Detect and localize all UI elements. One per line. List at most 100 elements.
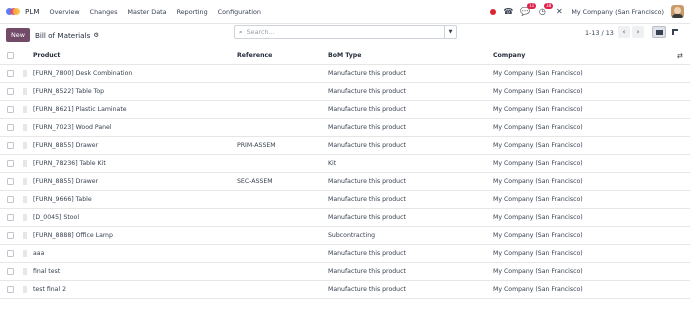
drag-handle-icon[interactable] xyxy=(23,88,27,95)
cell-company: My Company (San Francisco) xyxy=(493,106,583,113)
app-name[interactable]: PLM xyxy=(25,7,40,16)
drag-handle-icon[interactable] xyxy=(23,196,27,203)
row-checkbox[interactable] xyxy=(7,214,14,221)
cell-product: [FURN_8522] Table Top xyxy=(33,88,105,95)
bom-list-table: Product Reference BoM Type Company ⇄ [FU… xyxy=(0,47,690,299)
row-checkbox[interactable] xyxy=(7,124,14,131)
cell-bom-type: Manufacture this product xyxy=(328,250,406,257)
messages-icon[interactable]: 💬 11 xyxy=(520,2,537,17)
pager-previous-icon[interactable]: ‹ xyxy=(618,26,630,38)
drag-handle-icon[interactable] xyxy=(23,160,27,167)
menu-overview[interactable]: Overview xyxy=(50,8,80,16)
row-checkbox[interactable] xyxy=(7,196,14,203)
cell-product: [FURN_8888] Office Lamp xyxy=(33,232,113,239)
menu-changes[interactable]: Changes xyxy=(90,8,118,16)
drag-handle-icon[interactable] xyxy=(23,106,27,113)
row-checkbox[interactable] xyxy=(7,160,14,167)
plm-app-icon[interactable] xyxy=(6,7,20,17)
row-checkbox[interactable] xyxy=(7,178,14,185)
search-options-toggle-icon[interactable]: ▼ xyxy=(444,26,456,38)
cell-bom-type: Manufacture this product xyxy=(328,178,406,185)
row-checkbox[interactable] xyxy=(7,106,14,113)
row-checkbox[interactable] xyxy=(7,232,14,239)
breadcrumb: Bill of Materials ⚙ xyxy=(35,31,99,40)
drag-handle-icon[interactable] xyxy=(23,250,27,257)
drag-handle-icon[interactable] xyxy=(23,124,27,131)
cell-bom-type: Manufacture this product xyxy=(328,268,406,275)
cell-product: [FURN_8621] Plastic Laminate xyxy=(33,106,127,113)
drag-handle-icon[interactable] xyxy=(23,232,27,239)
table-row[interactable]: [FURN_78236] Table Kit Kit My Company (San… xyxy=(0,155,690,173)
table-row[interactable]: [FURN_8855] Drawer PRIM-ASSEM Manufacture … xyxy=(0,137,690,155)
cell-bom-type: Manufacture this product xyxy=(328,142,406,149)
search-icon: ⌕ xyxy=(239,27,243,36)
debug-tools-icon[interactable]: ✕ xyxy=(554,7,564,17)
drag-handle-icon[interactable] xyxy=(23,286,27,293)
row-checkbox[interactable] xyxy=(7,250,14,257)
pager-next-icon[interactable]: › xyxy=(632,26,644,38)
cell-company: My Company (San Francisco) xyxy=(493,160,583,167)
gear-icon[interactable]: ⚙ xyxy=(93,31,99,39)
cell-product: test final 2 xyxy=(33,286,67,293)
table-row[interactable]: [D_0045] Stool Manufacture this product My… xyxy=(0,209,690,227)
record-dot-icon[interactable] xyxy=(490,8,497,15)
main-menu: Overview Changes Master Data Reporting C… xyxy=(50,8,261,16)
kanban-view-icon[interactable] xyxy=(668,26,682,38)
drag-handle-icon[interactable] xyxy=(23,268,27,275)
cell-product: final test xyxy=(33,268,61,275)
pager-value[interactable]: 1-13 / 13 xyxy=(585,29,614,37)
optional-columns-icon[interactable]: ⇄ xyxy=(677,52,683,60)
table-row[interactable]: [FURN_8621] Plastic Laminate Manufacture … xyxy=(0,101,690,119)
row-checkbox[interactable] xyxy=(7,268,14,275)
table-row[interactable]: [FURN_7023] Wood Panel Manufacture this p… xyxy=(0,119,690,137)
table-row[interactable]: [FURN_8888] Office Lamp Subcontracting My … xyxy=(0,227,690,245)
new-button[interactable]: New xyxy=(6,28,30,42)
menu-configuration[interactable]: Configuration xyxy=(218,8,261,16)
table-row[interactable]: [FURN_7800] Desk Combination Manufacture … xyxy=(0,65,690,83)
column-header-reference[interactable]: Reference xyxy=(237,52,272,59)
menu-master-data[interactable]: Master Data xyxy=(127,8,166,16)
navbar-systray: ☎ 💬 11 ◷ 38 ✕ My Company (San Francisco) xyxy=(490,2,684,18)
row-checkbox[interactable] xyxy=(7,142,14,149)
table-row[interactable]: [FURN_8855] Drawer SEC-ASSEM Manufacture t… xyxy=(0,173,690,191)
list-view-icon[interactable] xyxy=(652,26,666,38)
table-row[interactable]: aaa Manufacture this product My Company (S… xyxy=(0,245,690,263)
drag-handle-icon[interactable] xyxy=(23,178,27,185)
cell-company: My Company (San Francisco) xyxy=(493,178,583,185)
cell-company: My Company (San Francisco) xyxy=(493,250,583,257)
column-header-bom-type[interactable]: BoM Type xyxy=(328,52,361,59)
company-switcher[interactable]: My Company (San Francisco) xyxy=(571,8,664,16)
activity-clock-icon[interactable]: ◷ 38 xyxy=(537,2,554,17)
drag-handle-icon[interactable] xyxy=(23,70,27,77)
cell-company: My Company (San Francisco) xyxy=(493,70,583,77)
table-row[interactable]: [FURN_9666] Table Manufacture this produc… xyxy=(0,191,690,209)
cell-bom-type: Subcontracting xyxy=(328,232,376,239)
table-row[interactable]: final test Manufacture this product My Com… xyxy=(0,263,690,281)
cell-company: My Company (San Francisco) xyxy=(493,214,583,221)
cell-reference: PRIM-ASSEM xyxy=(237,142,276,149)
cell-bom-type: Kit xyxy=(328,160,337,167)
column-header-product[interactable]: Product xyxy=(33,52,60,59)
search-bar: ⌕ ▼ xyxy=(234,25,457,39)
table-row[interactable]: test final 2 Manufacture this product My C… xyxy=(0,281,690,299)
cell-company: My Company (San Francisco) xyxy=(493,196,583,203)
cell-company: My Company (San Francisco) xyxy=(493,268,583,275)
cell-bom-type: Manufacture this product xyxy=(328,88,406,95)
phone-icon[interactable]: ☎ xyxy=(503,7,513,17)
row-checkbox[interactable] xyxy=(7,88,14,95)
select-all-checkbox[interactable] xyxy=(7,52,14,59)
drag-handle-icon[interactable] xyxy=(23,214,27,221)
cell-bom-type: Manufacture this product xyxy=(328,286,406,293)
top-navbar: PLM Overview Changes Master Data Reporti… xyxy=(0,0,690,24)
drag-handle-icon[interactable] xyxy=(23,142,27,149)
cell-product: [FURN_8855] Drawer xyxy=(33,178,99,185)
search-input[interactable] xyxy=(246,28,437,36)
column-header-company[interactable]: Company xyxy=(493,52,525,59)
cell-bom-type: Manufacture this product xyxy=(328,196,406,203)
row-checkbox[interactable] xyxy=(7,70,14,77)
menu-reporting[interactable]: Reporting xyxy=(177,8,208,16)
row-checkbox[interactable] xyxy=(7,286,14,293)
cell-product: [FURN_8855] Drawer xyxy=(33,142,99,149)
table-row[interactable]: [FURN_8522] Table Top Manufacture this pr… xyxy=(0,83,690,101)
user-avatar[interactable] xyxy=(671,5,684,18)
